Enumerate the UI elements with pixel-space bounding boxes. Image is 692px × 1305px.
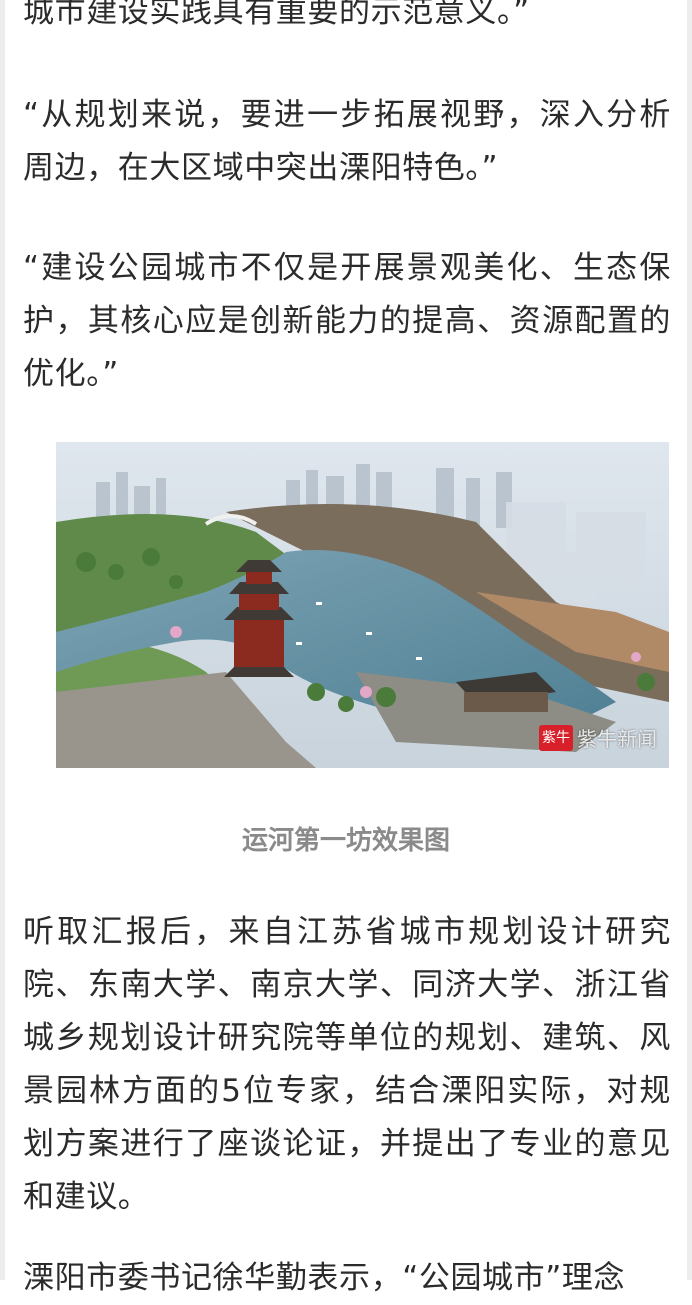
image-caption: 运河第一坊效果图 xyxy=(241,826,450,856)
canal-rendering-image xyxy=(56,442,669,768)
paragraph-1: 城市建设实践具有重要的示范意义。” xyxy=(23,0,530,30)
paragraph-2: “从规划来说，要进一步拓展视野，深入分析周边，在大区域中突出溧阳特色。” xyxy=(23,97,671,186)
article-image[interactable]: 紫牛 紫牛新闻 xyxy=(56,442,669,768)
paragraph-5: 溧阳市委书记徐华勤表示，“公园城市”理念 xyxy=(23,1260,626,1296)
page-edge-left xyxy=(0,0,5,1280)
paragraph-4: 听取汇报后，来自江苏省城市规划设计研究院、东南大学、南京大学、同济大学、浙江省城… xyxy=(23,914,671,1215)
paragraph-3: “建设公园城市不仅是开展景观美化、生态保护，其核心应是创新能力的提高、资源配置的… xyxy=(23,250,671,392)
watermark-text: 紫牛新闻 xyxy=(577,727,657,751)
watermark: 紫牛 紫牛新闻 xyxy=(539,723,657,752)
page-edge-right xyxy=(687,0,692,1280)
watermark-logo: 紫牛 xyxy=(539,724,573,751)
